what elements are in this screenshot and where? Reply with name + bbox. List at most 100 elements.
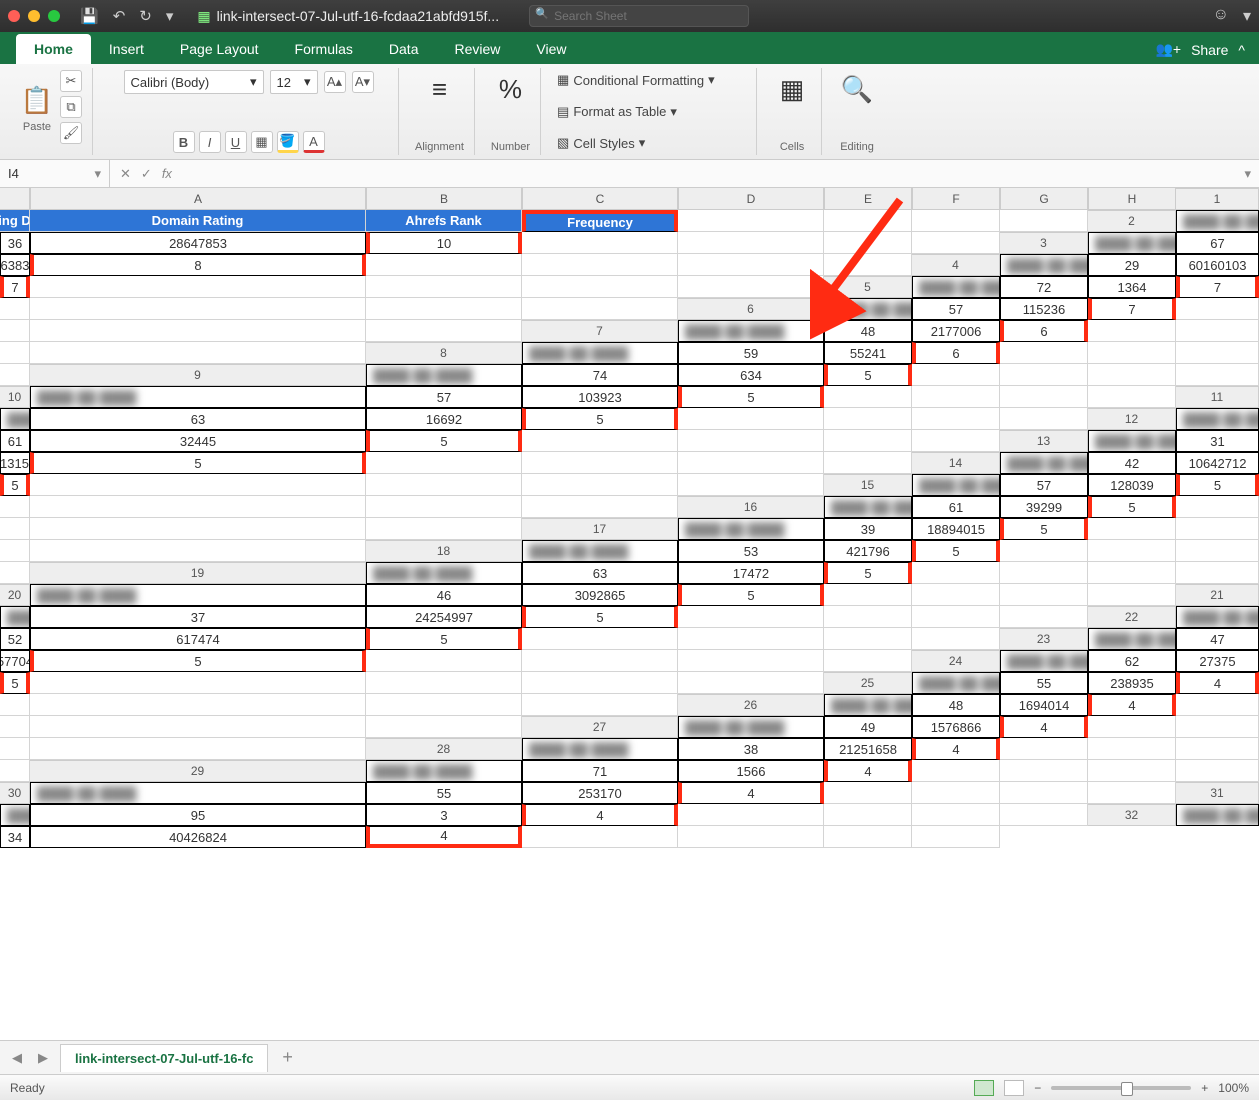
cell-B24[interactable]: 62 (1088, 650, 1176, 672)
row-header-2[interactable]: 2 (1088, 210, 1176, 232)
increase-font-icon[interactable]: A▴ (324, 71, 346, 93)
empty-cell[interactable] (824, 606, 912, 628)
cell-C13[interactable]: 51131547 (0, 452, 30, 474)
cell-C25[interactable]: 238935 (1088, 672, 1176, 694)
row-header-18[interactable]: 18 (366, 540, 522, 562)
cell-C23[interactable]: 2577048 (0, 650, 30, 672)
cell-C29[interactable]: 1566 (678, 760, 824, 782)
empty-cell[interactable] (522, 298, 678, 320)
empty-cell[interactable] (1000, 606, 1088, 628)
cell-C7[interactable]: 2177006 (912, 320, 1000, 342)
empty-cell[interactable] (1088, 760, 1176, 782)
cell-A2[interactable]: ████ ██ ████ (1176, 210, 1259, 232)
empty-cell[interactable] (678, 232, 824, 254)
cell-C9[interactable]: 634 (678, 364, 824, 386)
cells-icon[interactable]: ▦ (773, 70, 811, 108)
cell-A25[interactable]: ████ ██ ████ (912, 672, 1000, 694)
empty-cell[interactable] (366, 474, 522, 496)
row-header-20[interactable]: 20 (0, 584, 30, 606)
empty-cell[interactable] (824, 408, 912, 430)
empty-cell[interactable] (366, 496, 522, 518)
cell-A13[interactable]: ████ ██ ████ (1088, 430, 1176, 452)
empty-cell[interactable] (1176, 518, 1259, 540)
cell-C20[interactable]: 3092865 (522, 584, 678, 606)
empty-cell[interactable] (1088, 518, 1176, 540)
empty-cell[interactable] (1088, 540, 1176, 562)
cell-B12[interactable]: 61 (0, 430, 30, 452)
cell-A12[interactable]: ████ ██ ████ (1176, 408, 1259, 430)
format-as-table-button[interactable]: ▤Format as Table▾ (557, 102, 677, 122)
cell-A4[interactable]: ████ ██ ████ (1000, 254, 1088, 276)
empty-cell[interactable] (1000, 210, 1088, 232)
empty-cell[interactable] (1000, 408, 1088, 430)
empty-cell[interactable] (824, 584, 912, 606)
cell-C31[interactable]: 3 (366, 804, 522, 826)
search-sheet-input[interactable] (529, 5, 749, 27)
cell-D15[interactable]: 5 (1176, 474, 1259, 496)
empty-cell[interactable] (1176, 342, 1259, 364)
tab-review[interactable]: Review (436, 34, 518, 64)
cell-A16[interactable]: ████ ██ ████ (824, 496, 912, 518)
cell-C10[interactable]: 103923 (522, 386, 678, 408)
row-header-22[interactable]: 22 (1088, 606, 1176, 628)
empty-cell[interactable] (912, 364, 1000, 386)
col-header-G[interactable]: G (1000, 188, 1088, 210)
row-header-10[interactable]: 10 (0, 386, 30, 408)
row-header-30[interactable]: 30 (0, 782, 30, 804)
empty-cell[interactable] (824, 650, 912, 672)
empty-cell[interactable] (824, 430, 912, 452)
bold-button[interactable]: B (173, 131, 195, 153)
tab-page-layout[interactable]: Page Layout (162, 34, 277, 64)
format-painter-icon[interactable]: 🖌 (60, 122, 82, 144)
cell-D16[interactable]: 5 (1088, 496, 1176, 518)
empty-cell[interactable] (0, 496, 30, 518)
cell-C6[interactable]: 115236 (1000, 298, 1088, 320)
empty-cell[interactable] (1088, 716, 1176, 738)
tab-data[interactable]: Data (371, 34, 437, 64)
row-header-25[interactable]: 25 (824, 672, 912, 694)
empty-cell[interactable] (366, 254, 522, 276)
empty-cell[interactable] (0, 364, 30, 386)
empty-cell[interactable] (912, 760, 1000, 782)
row-header-15[interactable]: 15 (824, 474, 912, 496)
empty-cell[interactable] (366, 716, 522, 738)
cell-D26[interactable]: 4 (1088, 694, 1176, 716)
empty-cell[interactable] (678, 452, 824, 474)
cell-A23[interactable]: ████ ██ ████ (1088, 628, 1176, 650)
cell-B15[interactable]: 57 (1000, 474, 1088, 496)
empty-cell[interactable] (1176, 496, 1259, 518)
empty-cell[interactable] (522, 628, 678, 650)
cell-D10[interactable]: 5 (678, 386, 824, 408)
cell-B10[interactable]: 57 (366, 386, 522, 408)
empty-cell[interactable] (1176, 298, 1259, 320)
paste-icon[interactable]: 📋 (18, 81, 56, 119)
name-box[interactable]: I4▾ (0, 160, 110, 187)
cell-A21[interactable]: ████ ██ ████ (0, 606, 30, 628)
empty-cell[interactable] (1088, 320, 1176, 342)
cut-icon[interactable]: ✂ (60, 70, 82, 92)
empty-cell[interactable] (0, 518, 30, 540)
cell-B4[interactable]: 29 (1088, 254, 1176, 276)
minimize-window-icon[interactable] (28, 10, 40, 22)
empty-cell[interactable] (1000, 562, 1088, 584)
cell-A5[interactable]: ████ ██ ████ (912, 276, 1000, 298)
empty-cell[interactable] (678, 650, 824, 672)
row-header-21[interactable]: 21 (1176, 584, 1259, 606)
empty-cell[interactable] (678, 408, 824, 430)
cell-B19[interactable]: 63 (522, 562, 678, 584)
cell-D31[interactable]: 4 (522, 804, 678, 826)
cell-D27[interactable]: 4 (1000, 716, 1088, 738)
empty-cell[interactable] (366, 518, 522, 540)
empty-cell[interactable] (366, 320, 522, 342)
empty-cell[interactable] (678, 628, 824, 650)
empty-cell[interactable] (522, 474, 678, 496)
cell-D22[interactable]: 5 (366, 628, 522, 650)
row-header-17[interactable]: 17 (522, 518, 678, 540)
cell-C16[interactable]: 39299 (1000, 496, 1088, 518)
empty-cell[interactable] (1088, 782, 1176, 804)
col-header-A[interactable]: A (30, 188, 366, 210)
cell-A26[interactable]: ████ ██ ████ (824, 694, 912, 716)
empty-cell[interactable] (678, 430, 824, 452)
empty-cell[interactable] (912, 826, 1000, 848)
empty-cell[interactable] (824, 782, 912, 804)
